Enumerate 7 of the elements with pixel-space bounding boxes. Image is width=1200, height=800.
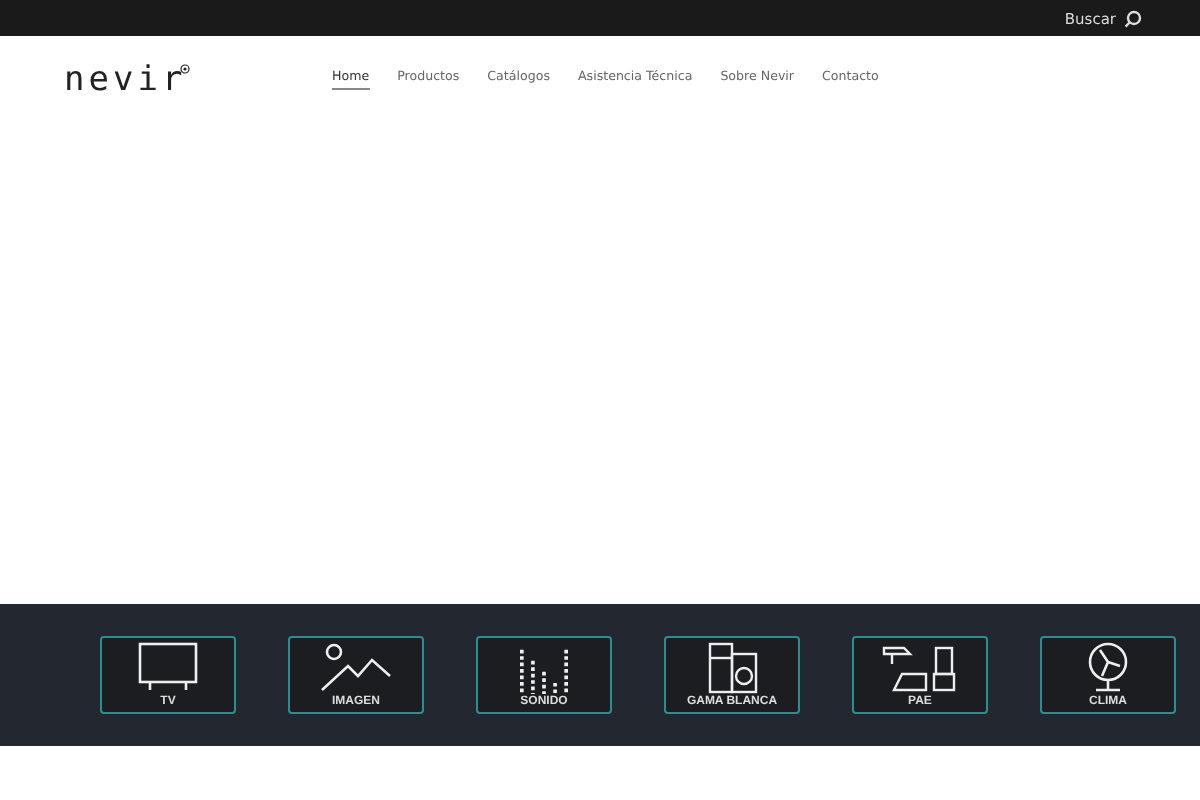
search-icon[interactable]: [1124, 9, 1142, 27]
small-appliances-icon: [880, 642, 960, 694]
landscape-icon: [320, 642, 392, 694]
tv-icon: [138, 642, 198, 694]
registered-mark-icon: [180, 64, 190, 74]
equalizer-icon: [514, 646, 574, 694]
logo[interactable]: nevir: [64, 60, 332, 100]
